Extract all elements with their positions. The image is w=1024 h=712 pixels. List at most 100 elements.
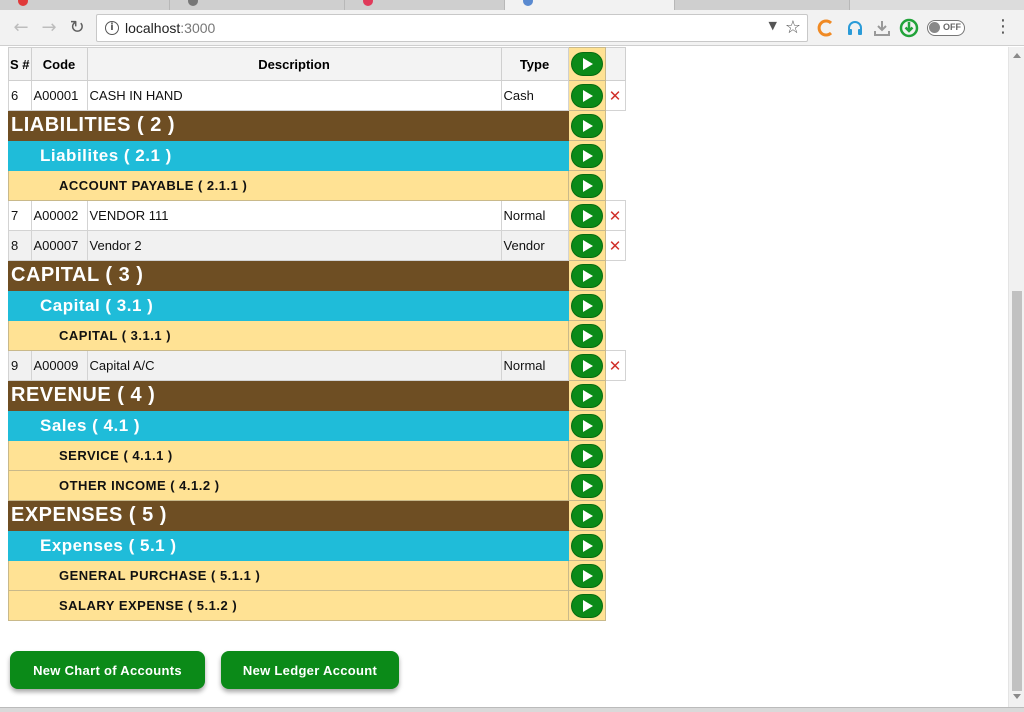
delete-cell: ✕ — [604, 230, 626, 261]
scroll-up-arrow-icon[interactable] — [1013, 53, 1021, 58]
play-icon[interactable] — [570, 353, 603, 378]
play-icon[interactable] — [570, 413, 603, 438]
account-code: A00001 — [30, 80, 88, 111]
account-description: Vendor 2 — [86, 230, 502, 261]
green-download-extension-icon[interactable] — [899, 18, 919, 38]
headphones-extension-icon[interactable] — [845, 18, 865, 38]
account-code: A00009 — [30, 350, 88, 381]
column-header-code: Code — [30, 47, 88, 81]
group-level3-row: OTHER INCOME ( 4.1.2 ) — [8, 470, 626, 501]
group-label: OTHER INCOME ( 4.1.2 ) — [8, 470, 569, 501]
open-cell — [567, 440, 606, 471]
account-row: 9 A00009 Capital A/C Normal ✕ — [8, 350, 626, 381]
account-sn: 9 — [8, 350, 32, 381]
group-label: SALARY EXPENSE ( 5.1.2 ) — [8, 590, 569, 621]
download-extension-icon[interactable] — [872, 18, 892, 38]
browser-tab[interactable] — [675, 0, 850, 10]
delete-x-icon[interactable]: ✕ — [609, 87, 622, 105]
open-cell — [567, 590, 606, 621]
group-level3-row: SERVICE ( 4.1.1 ) — [8, 440, 626, 471]
open-cell — [567, 530, 606, 561]
play-icon[interactable] — [570, 563, 603, 588]
play-icon[interactable] — [570, 113, 603, 138]
group-level1-row: EXPENSES ( 5 ) — [8, 500, 626, 531]
open-cell — [567, 260, 606, 291]
group-level1-row: CAPITAL ( 3 ) — [8, 260, 626, 291]
play-icon[interactable] — [570, 383, 603, 408]
forward-arrow-icon[interactable]: → — [38, 16, 60, 38]
column-header-sn: S # — [8, 47, 32, 81]
account-row: 6 A00001 CASH IN HAND Cash ✕ — [8, 80, 626, 111]
play-icon[interactable] — [570, 593, 603, 618]
browser-tab[interactable] — [170, 0, 345, 10]
group-level1-row: LIABILITIES ( 2 ) — [8, 110, 626, 141]
group-level1-row: REVENUE ( 4 ) — [8, 380, 626, 411]
group-level2-row: Expenses ( 5.1 ) — [8, 530, 626, 561]
account-code: A00002 — [30, 200, 88, 231]
reload-icon[interactable]: ↻ — [66, 16, 88, 38]
group-level3-row: SALARY EXPENSE ( 5.1.2 ) — [8, 590, 626, 621]
bookmark-star-icon[interactable]: ☆ — [785, 17, 801, 38]
group-level3-row: GENERAL PURCHASE ( 5.1.1 ) — [8, 560, 626, 591]
account-code: A00007 — [30, 230, 88, 261]
group-label: Sales ( 4.1 ) — [8, 410, 569, 441]
delete-x-icon[interactable]: ✕ — [609, 237, 622, 255]
tab-favicon-icon — [363, 0, 373, 6]
account-sn: 8 — [8, 230, 32, 261]
scrollbar-thumb[interactable] — [1012, 291, 1022, 691]
tab-favicon-icon — [188, 0, 198, 6]
delete-x-icon[interactable]: ✕ — [609, 207, 622, 225]
play-icon[interactable] — [570, 503, 603, 528]
play-icon[interactable] — [570, 83, 603, 108]
group-label: CAPITAL ( 3 ) — [8, 260, 569, 291]
address-dropdown-icon[interactable]: ▼ — [769, 19, 777, 32]
toggle-knob — [929, 22, 940, 33]
delete-x-icon[interactable]: ✕ — [609, 357, 622, 375]
play-icon[interactable] — [570, 263, 603, 288]
column-header-description: Description — [86, 47, 502, 81]
browser-menu-icon[interactable]: ⋮ — [994, 18, 1012, 36]
account-type: Normal — [500, 350, 569, 381]
extension-c-icon[interactable] — [816, 18, 836, 38]
play-icon[interactable] — [570, 233, 603, 258]
play-icon[interactable] — [570, 473, 603, 498]
play-icon[interactable] — [570, 443, 603, 468]
open-cell — [567, 170, 606, 201]
browser-tab-active[interactable] — [505, 0, 675, 10]
play-icon[interactable] — [570, 143, 603, 168]
account-sn: 7 — [8, 200, 32, 231]
open-cell — [567, 350, 606, 381]
group-label: LIABILITIES ( 2 ) — [8, 110, 569, 141]
new-chart-of-accounts-button[interactable]: New Chart of Accounts — [10, 651, 205, 689]
play-icon[interactable] — [570, 533, 603, 558]
vertical-scrollbar[interactable] — [1008, 47, 1024, 707]
scroll-down-arrow-icon[interactable] — [1013, 694, 1021, 699]
account-sn: 6 — [8, 80, 32, 111]
play-icon[interactable] — [570, 52, 603, 76]
group-label: EXPENSES ( 5 ) — [8, 500, 569, 531]
extension-toggle[interactable]: OFF — [926, 18, 966, 38]
open-cell — [567, 230, 606, 261]
play-icon[interactable] — [570, 203, 603, 228]
new-ledger-account-button[interactable]: New Ledger Account — [221, 651, 399, 689]
delete-cell: ✕ — [604, 350, 626, 381]
address-bar[interactable]: i localhost:3000 ▼ ☆ — [96, 14, 808, 42]
site-info-icon[interactable]: i — [105, 21, 119, 35]
delete-cell: ✕ — [604, 200, 626, 231]
back-arrow-icon[interactable]: ← — [10, 16, 32, 38]
group-level3-row: CAPITAL ( 3.1.1 ) — [8, 320, 626, 351]
play-icon[interactable] — [570, 173, 603, 198]
address-url[interactable]: localhost:3000 — [125, 20, 215, 36]
group-label: SERVICE ( 4.1.1 ) — [8, 440, 569, 471]
header-open-cell — [567, 47, 606, 81]
browser-tab[interactable] — [345, 0, 505, 10]
account-row: 8 A00007 Vendor 2 Vendor ✕ — [8, 230, 626, 261]
open-cell — [567, 560, 606, 591]
play-icon[interactable] — [570, 323, 603, 348]
open-cell — [567, 80, 606, 111]
group-label: Expenses ( 5.1 ) — [8, 530, 569, 561]
open-cell — [567, 110, 606, 141]
play-icon[interactable] — [570, 293, 603, 318]
browser-tab[interactable] — [0, 0, 170, 10]
page-viewport: S # Code Description Type 6 A00001 CASH IN… — [0, 47, 1008, 707]
